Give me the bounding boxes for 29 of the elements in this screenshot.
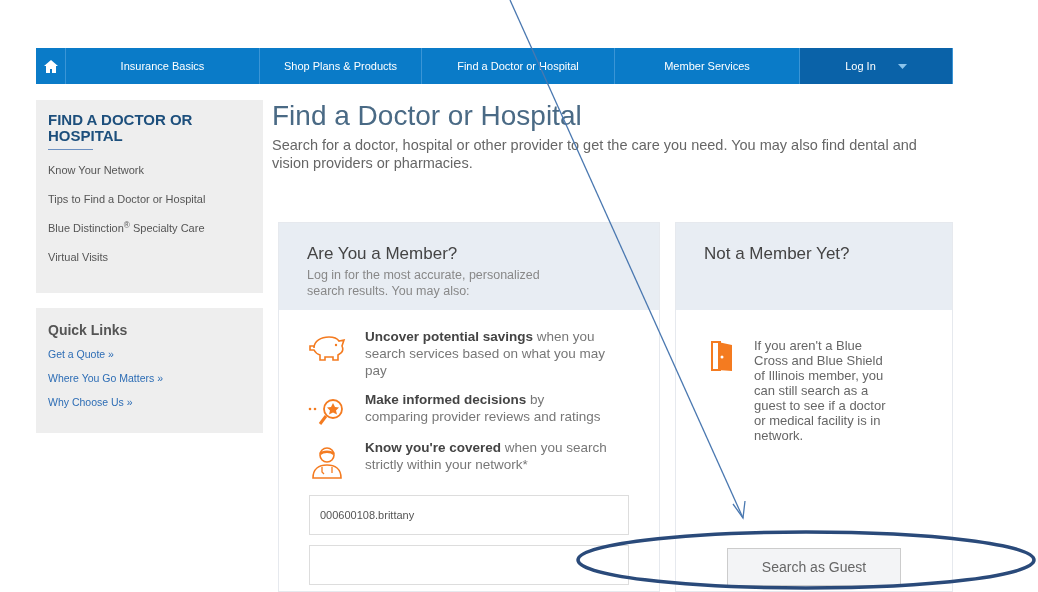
login-menu[interactable]: Log In: [800, 48, 953, 84]
sidebar-link[interactable]: Blue Distinction$^{®}$ Specialty Care: [48, 220, 251, 249]
guest-description: If you aren't a Blue Cross and Blue Shield of Illinois member, you can still search as a guest to see if a doctor or medical facility is in network.: [754, 338, 887, 445]
sidebar-link[interactable]: Virtual Visits: [48, 249, 251, 278]
sidebar-link[interactable]: Tips to Find a Doctor or Hospital: [48, 191, 251, 220]
benefit-text: Uncover potential savings when you search services based on what you may pay: [365, 328, 607, 379]
card-title: Not a Member Yet?: [704, 243, 851, 265]
magnifier-star-icon: [308, 397, 346, 427]
username-field[interactable]: 000600108.brittany: [309, 495, 629, 535]
sidebar-heading: FIND A DOCTOR OR HOSPITAL: [48, 112, 194, 144]
password-field[interactable]: [309, 545, 629, 585]
nav-tab[interactable]: Shop Plans & Products: [260, 48, 422, 84]
quick-link[interactable]: Why Choose Us »: [48, 395, 251, 419]
piggy-bank-icon: [308, 334, 346, 362]
quick-link[interactable]: Where You Go Matters »: [48, 371, 251, 395]
home-icon: [43, 59, 58, 73]
nav-tab[interactable]: Find a Doctor or Hospital: [422, 48, 615, 84]
sidebar-link[interactable]: Know Your Network: [48, 162, 251, 191]
nav-tab[interactable]: Insurance Basics: [66, 48, 260, 84]
benefit-text: Make informed decisions by comparing provider reviews and ratings: [365, 391, 602, 426]
card-title: Are You a Member?: [307, 243, 459, 265]
person-icon: [310, 445, 344, 479]
quick-link[interactable]: Get a Quote »: [48, 347, 251, 371]
search-as-guest-button[interactable]: Search as Guest: [727, 548, 901, 586]
caret-icon: [897, 63, 907, 69]
quick-links-heading: Quick Links: [48, 321, 129, 340]
card-subtitle: Log in for the most accurate, personalized search results. You may also:: [307, 266, 541, 299]
benefit-text: Know you're covered when you search strictly within your network*: [365, 439, 608, 474]
door-icon: [710, 340, 734, 372]
